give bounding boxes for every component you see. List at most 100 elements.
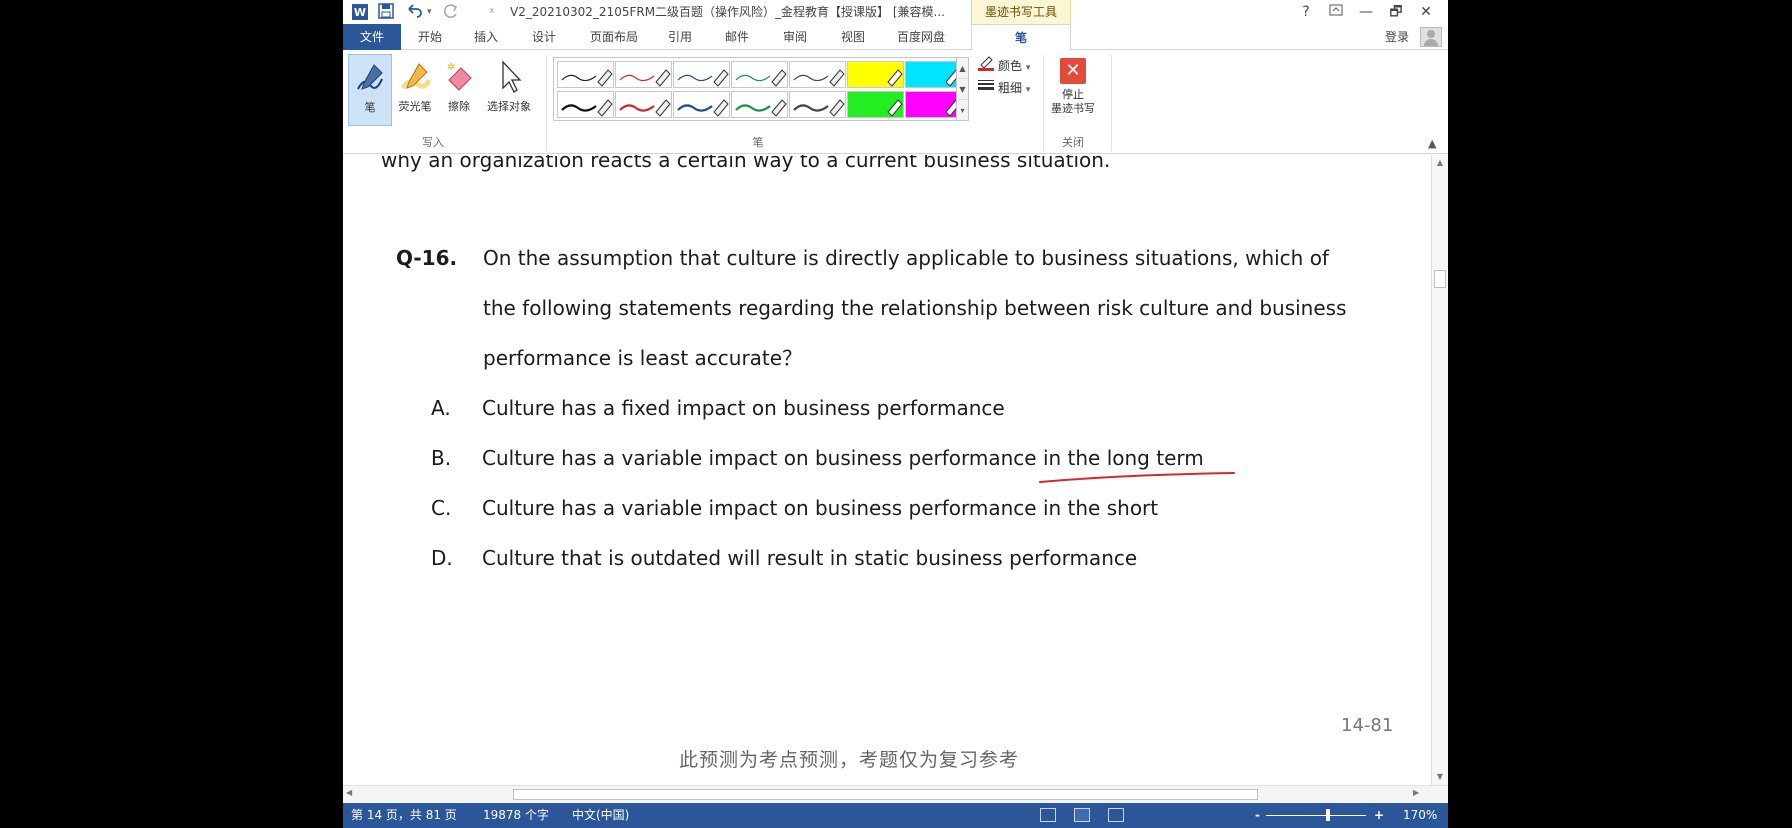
horizontal-scrollbar[interactable]: ◀ ▶ (343, 785, 1448, 802)
question-line-3: performance is least accurate？ (483, 346, 803, 370)
pen-button[interactable]: 笔 (348, 54, 392, 126)
vertical-scrollbar[interactable]: ▲ ▼ (1431, 155, 1448, 785)
question-number: Q-16. (396, 246, 458, 270)
tab-insert[interactable]: 插入 (461, 24, 511, 50)
color-dropdown[interactable]: 颜色 ▾ (977, 55, 1030, 77)
zoom-out-button[interactable]: - (1255, 803, 1260, 828)
save-icon[interactable] (378, 3, 394, 21)
close-group-label: 关闭 (1062, 136, 1084, 149)
cursor-arrow-icon (489, 58, 529, 96)
undo-dropdown-icon[interactable]: ▾ (427, 3, 432, 21)
group-divider (1111, 55, 1112, 151)
pen-swatch[interactable] (615, 61, 672, 88)
page-count-status[interactable]: 第 14 页，共 81 页 (351, 803, 457, 828)
highlighter-swatch[interactable] (905, 61, 962, 88)
horizontal-scroll-thumb[interactable] (513, 789, 1258, 800)
zoom-slider-thumb[interactable] (1326, 809, 1330, 821)
chevron-down-icon: ▾ (1025, 85, 1031, 95)
pen-color-icon (977, 55, 995, 78)
previous-paragraph: why an organization reacts a certain way… (381, 155, 1111, 172)
pen-swatch[interactable] (673, 91, 730, 118)
redo-icon[interactable] (443, 3, 459, 21)
eraser-button[interactable]: ✲ 擦除 (439, 54, 479, 126)
scroll-thumb[interactable] (1434, 270, 1446, 288)
eraser-icon: ✲ (439, 58, 479, 96)
restore-button[interactable]: 🗗 (1383, 2, 1409, 22)
minimize-button[interactable]: — (1353, 2, 1379, 22)
pen-swatch[interactable] (557, 61, 614, 88)
pen-swatch[interactable] (673, 61, 730, 88)
read-mode-icon[interactable] (1040, 808, 1056, 822)
pen-swatch[interactable] (731, 61, 788, 88)
help-button[interactable]: ? (1293, 2, 1319, 22)
highlighter-button[interactable]: 荧光笔 (393, 54, 437, 126)
undo-icon[interactable] (405, 3, 423, 21)
ink-underline-annotation[interactable] (1038, 469, 1238, 489)
highlighter-swatch[interactable] (847, 61, 904, 88)
tab-design[interactable]: 设计 (519, 24, 569, 50)
option-c-letter: C. (431, 496, 452, 520)
scroll-left-icon[interactable]: ◀ (346, 788, 352, 797)
pen-swatch[interactable] (789, 61, 846, 88)
close-button[interactable]: ✕ (1413, 2, 1439, 22)
pen-swatch[interactable] (557, 91, 614, 118)
line-thickness-icon (977, 78, 995, 100)
pen-style-gallery (553, 57, 963, 121)
zoom-level[interactable]: 170% (1403, 803, 1437, 828)
title-bar: W ▾ ⩡ V2_20210302_2105FRM二级百题（操作风险）_金程教育… (343, 0, 1448, 24)
pen-swatch[interactable] (615, 91, 672, 118)
tab-home[interactable]: 开始 (405, 24, 455, 50)
stop-inking-label-2: 墨迹书写 (1051, 102, 1095, 115)
collapse-ribbon-icon[interactable]: ▲ (1428, 137, 1436, 150)
gallery-up-icon[interactable]: ▲ (957, 58, 968, 79)
tab-references[interactable]: 引用 (655, 24, 705, 50)
print-layout-icon[interactable] (1074, 808, 1090, 822)
tab-view[interactable]: 视图 (828, 24, 878, 50)
avatar[interactable] (1420, 27, 1442, 47)
group-divider (1043, 55, 1044, 151)
highlighter-swatch[interactable] (847, 91, 904, 118)
highlighter-swatch[interactable] (905, 91, 962, 118)
scroll-right-icon[interactable]: ▶ (1413, 788, 1419, 797)
stop-inking-button[interactable]: ✕ 停止 墨迹书写 (1048, 54, 1098, 126)
option-d-letter: D. (431, 546, 453, 570)
gallery-down-icon[interactable]: ▼ (957, 79, 968, 100)
question-line-1: On the assumption that culture is direct… (483, 246, 1329, 270)
thickness-dropdown[interactable]: 粗细 ▾ (977, 77, 1030, 99)
tab-pen[interactable]: 笔 (971, 24, 1071, 51)
tab-file[interactable]: 文件 (343, 24, 401, 50)
pen-swatch[interactable] (789, 91, 846, 118)
ribbon-display-options-icon[interactable] (1323, 2, 1349, 22)
scroll-up-icon[interactable]: ▲ (1432, 157, 1448, 169)
svg-text:✲: ✲ (447, 62, 455, 73)
tab-page-layout[interactable]: 页面布局 (583, 24, 645, 50)
pens-group-label: 笔 (752, 136, 764, 149)
login-link[interactable]: 登录 (1385, 24, 1409, 50)
pen-button-label: 笔 (364, 101, 376, 114)
pen-swatch[interactable] (731, 91, 788, 118)
tab-baidu-netdisk[interactable]: 百度网盘 (888, 24, 954, 50)
word-count-status[interactable]: 19878 个字 (483, 803, 549, 828)
tab-review[interactable]: 审阅 (770, 24, 820, 50)
pen-icon (350, 59, 390, 97)
tab-mailings[interactable]: 邮件 (712, 24, 762, 50)
document-page[interactable]: why an organization reacts a certain way… (343, 155, 1431, 785)
web-layout-icon[interactable] (1108, 808, 1124, 822)
zoom-slider[interactable] (1266, 815, 1366, 816)
scroll-down-icon[interactable]: ▼ (1432, 771, 1448, 783)
customize-quick-access-icon[interactable]: ⩡ (489, 3, 495, 21)
select-objects-label: 选择对象 (487, 100, 531, 113)
option-b-letter: B. (431, 446, 452, 470)
gallery-more-icon[interactable]: ▾ (957, 100, 968, 121)
zoom-in-button[interactable]: + (1374, 803, 1384, 828)
highlighter-icon (395, 58, 435, 96)
ribbon-tabs: 文件 开始 插入 设计 页面布局 引用 邮件 审阅 视图 百度网盘 笔 登录 (343, 24, 1448, 51)
highlighter-button-label: 荧光笔 (398, 100, 432, 113)
language-status[interactable]: 中文(中国) (572, 803, 629, 828)
option-d-text: Culture that is outdated will result in … (482, 546, 1138, 570)
ink-tools-context-header: 墨迹书写工具 (971, 0, 1071, 24)
stop-inking-label-1: 停止 (1062, 88, 1084, 101)
gallery-scroll[interactable]: ▲ ▼ ▾ (956, 57, 969, 121)
select-objects-button[interactable]: 选择对象 (481, 54, 537, 126)
eraser-button-label: 擦除 (448, 100, 470, 113)
